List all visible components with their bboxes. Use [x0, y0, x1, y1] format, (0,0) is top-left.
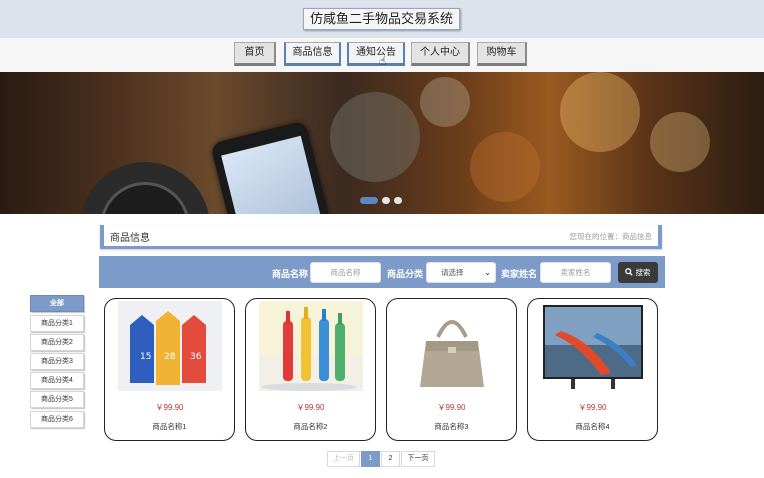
pagination-page-2[interactable]: 2 [381, 451, 400, 467]
banner-carousel[interactable] [0, 72, 764, 214]
category-label: 商品分类 [387, 269, 424, 279]
product-price: ￥99.90 [155, 403, 184, 412]
svg-text:15: 15 [140, 352, 151, 362]
pagination-next[interactable]: 下一页 [401, 451, 435, 467]
product-name-input[interactable]: 商品名称 [310, 262, 381, 283]
category-select[interactable]: 请选择 ⌄ [426, 262, 496, 283]
product-price: ￥99.90 [578, 403, 607, 412]
breadcrumb: 您现在的位置：商品信息 [569, 232, 653, 241]
nav-profile[interactable]: 个人中心 [411, 42, 470, 66]
section-title: 商品信息 [110, 233, 150, 244]
product-name[interactable]: 商品名称3 [387, 421, 516, 432]
pagination-page-1[interactable]: 1 [361, 451, 380, 467]
section-header: 商品信息 您现在的位置：商品信息 [100, 225, 662, 249]
nav-home[interactable]: 首页 [234, 42, 276, 66]
product-card[interactable]: ￥99.90 商品名称3 [386, 298, 517, 441]
category-item[interactable]: 商品分类3 [30, 353, 84, 370]
product-name[interactable]: 商品名称1 [105, 421, 234, 432]
product-name-label: 商品名称 [272, 269, 309, 279]
product-card[interactable]: ￥99.90 商品名称2 [245, 298, 376, 441]
category-item[interactable]: 商品分类2 [30, 334, 84, 351]
category-item[interactable]: 商品分类5 [30, 391, 84, 408]
mouse-cursor-icon: ☝ [379, 54, 387, 68]
banner-phone [210, 120, 344, 214]
category-selected: 请选择 [441, 268, 464, 277]
search-bar: 商品名称 商品名称 商品分类 请选择 ⌄ 卖家姓名 卖家姓名 搜索 [99, 256, 665, 288]
header: 仿咸鱼二手物品交易系统 [0, 0, 764, 38]
search-icon [625, 268, 635, 277]
seller-name-input[interactable]: 卖家姓名 [540, 262, 611, 283]
pagination-prev[interactable]: 上一页 [327, 451, 360, 467]
category-item[interactable]: 商品分类6 [30, 411, 84, 428]
seller-label: 卖家姓名 [501, 269, 538, 279]
product-image[interactable] [541, 301, 645, 391]
search-button-label: 搜索 [635, 268, 651, 277]
product-name[interactable]: 商品名称2 [246, 421, 375, 432]
product-image[interactable] [400, 301, 504, 391]
carousel-dot-3[interactable] [394, 197, 402, 204]
product-image[interactable] [259, 301, 363, 391]
product-image[interactable]: 15 28 36 [118, 301, 222, 391]
carousel-dot-2[interactable] [382, 197, 390, 204]
nav-products[interactable]: 商品信息 [284, 42, 341, 66]
carousel-dot-1[interactable] [360, 197, 378, 204]
category-item[interactable]: 商品分类1 [30, 315, 84, 332]
product-card[interactable]: ￥99.90 商品名称4 [527, 298, 658, 441]
category-all[interactable]: 全部 [30, 295, 84, 312]
nav-notices[interactable]: 通知公告 [347, 42, 405, 66]
site-title: 仿咸鱼二手物品交易系统 [303, 8, 461, 30]
nav-cart[interactable]: 购物车 [477, 42, 527, 66]
chevron-down-icon: ⌄ [484, 268, 491, 277]
product-card[interactable]: 15 28 36 ￥99.90 商品名称1 [104, 298, 235, 441]
search-button[interactable]: 搜索 [618, 262, 658, 283]
product-name[interactable]: 商品名称4 [528, 421, 657, 432]
product-price: ￥99.90 [437, 403, 466, 412]
category-item[interactable]: 商品分类4 [30, 372, 84, 389]
svg-text:36: 36 [190, 352, 202, 362]
svg-text:28: 28 [164, 352, 176, 362]
product-price: ￥99.90 [296, 403, 325, 412]
